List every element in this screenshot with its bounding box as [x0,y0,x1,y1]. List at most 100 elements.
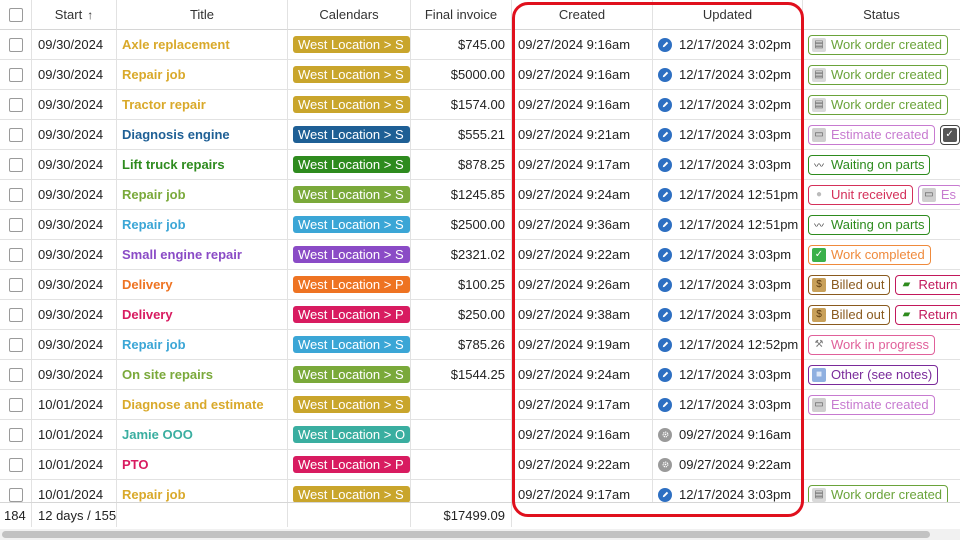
status-cell[interactable]: 〰 Waiting on parts [803,210,960,240]
start-cell[interactable]: 09/30/2024 [32,90,117,120]
title-link[interactable]: PTO [122,457,149,472]
row-select[interactable] [0,90,32,120]
created-cell[interactable]: 09/27/2024 9:17am [512,390,653,420]
table-row[interactable]: 09/30/2024 Lift truck repairs West Locatio… [0,150,960,180]
row-select[interactable] [0,150,32,180]
column-header-start[interactable]: Start ↑ [32,0,117,30]
updated-cell[interactable]: 12/17/2024 12:52pm [653,330,803,360]
row-checkbox[interactable] [8,457,23,472]
updated-cell[interactable]: 12/17/2024 3:02pm [653,60,803,90]
table-row[interactable]: 09/30/2024 Repair job West Location > S $78… [0,330,960,360]
column-header-title[interactable]: Title [117,0,288,30]
table-row[interactable]: 09/30/2024 Repair job West Location > S $50… [0,60,960,90]
status-cell[interactable]: ▭ Estimate created ✓ [803,120,960,150]
invoice-cell[interactable] [411,420,512,450]
table-row[interactable]: 09/30/2024 Delivery West Location > P $250.… [0,300,960,330]
status-cell[interactable]: ⚒ Work in progress [803,330,960,360]
row-checkbox[interactable] [8,337,23,352]
row-checkbox[interactable] [8,277,23,292]
title-cell[interactable]: Repair job [117,60,288,90]
title-cell[interactable]: Repair job [117,180,288,210]
created-cell[interactable]: 09/27/2024 9:16am [512,420,653,450]
start-cell[interactable]: 10/01/2024 [32,450,117,480]
calendar-chip[interactable]: West Location > S [293,96,410,113]
row-select[interactable] [0,240,32,270]
created-cell[interactable]: 09/27/2024 9:19am [512,330,653,360]
column-header-calendars[interactable]: Calendars [288,0,411,30]
invoice-cell[interactable]: $555.21 [411,120,512,150]
calendar-cell[interactable]: West Location > S [288,90,411,120]
row-select[interactable] [0,120,32,150]
calendar-chip[interactable]: West Location > S [293,366,410,383]
row-checkbox[interactable] [8,307,23,322]
calendar-chip[interactable]: West Location > S [293,186,410,203]
status-badge[interactable]: ▭ Estimate created [808,124,935,145]
status-badge[interactable]: ✓ [939,124,960,145]
status-badge[interactable]: ▤ Work order created [808,64,949,85]
row-checkbox[interactable] [8,127,23,142]
title-link[interactable]: Diagnose and estimate [122,397,264,412]
status-badge[interactable]: 〰 Waiting on parts [808,214,931,235]
calendar-chip[interactable]: West Location > S [293,216,410,233]
start-cell[interactable]: 09/30/2024 [32,120,117,150]
calendar-chip[interactable]: West Location > S [293,486,410,503]
invoice-cell[interactable]: $250.00 [411,300,512,330]
calendar-cell[interactable]: West Location > O [288,420,411,450]
status-badge[interactable]: ▤ Work order created [808,34,949,55]
created-cell[interactable]: 09/27/2024 9:36am [512,210,653,240]
table-row[interactable]: 09/30/2024 Repair job West Location > S $12… [0,180,960,210]
table-row[interactable]: 09/30/2024 Diagnosis engine West Location … [0,120,960,150]
table-row[interactable]: 09/30/2024 Small engine repair West Locati… [0,240,960,270]
title-link[interactable]: Tractor repair [122,97,206,112]
row-checkbox[interactable] [8,67,23,82]
table-row[interactable]: 10/01/2024 Jamie OOO West Location > O 09/2… [0,420,960,450]
calendar-chip[interactable]: West Location > O [293,426,410,443]
row-select[interactable] [0,390,32,420]
title-cell[interactable]: Small engine repair [117,240,288,270]
invoice-cell[interactable] [411,390,512,420]
start-cell[interactable]: 09/30/2024 [32,330,117,360]
row-select[interactable] [0,360,32,390]
title-link[interactable]: Jamie OOO [122,427,193,442]
title-cell[interactable]: Jamie OOO [117,420,288,450]
table-row[interactable]: 09/30/2024 Axle replacement West Location … [0,30,960,60]
updated-cell[interactable]: 12/17/2024 3:03pm [653,360,803,390]
calendar-cell[interactable]: West Location > S [288,120,411,150]
status-badge[interactable]: ■ Other (see notes) [808,364,939,385]
calendar-cell[interactable]: West Location > S [288,240,411,270]
title-link[interactable]: Repair job [122,217,186,232]
calendar-cell[interactable]: West Location > P [288,300,411,330]
status-cell[interactable]: 〰 Waiting on parts [803,150,960,180]
row-checkbox[interactable] [8,97,23,112]
column-header-status[interactable]: Status [803,0,960,30]
calendar-cell[interactable]: West Location > P [288,450,411,480]
row-select[interactable] [0,300,32,330]
row-select[interactable] [0,330,32,360]
updated-cell[interactable]: 12/17/2024 3:03pm [653,240,803,270]
start-cell[interactable]: 10/01/2024 [32,420,117,450]
status-cell[interactable]: ■ Other (see notes) [803,360,960,390]
updated-cell[interactable]: 12/17/2024 3:02pm [653,90,803,120]
row-select[interactable] [0,30,32,60]
invoice-cell[interactable]: $785.26 [411,330,512,360]
status-cell[interactable] [803,450,960,480]
calendar-chip[interactable]: West Location > S [293,246,410,263]
table-row[interactable]: 09/30/2024 Delivery West Location > P $100.… [0,270,960,300]
start-cell[interactable]: 09/30/2024 [32,180,117,210]
row-checkbox[interactable] [8,247,23,262]
title-cell[interactable]: Diagnosis engine [117,120,288,150]
column-header-final-invoice[interactable]: Final invoice [411,0,512,30]
start-cell[interactable]: 09/30/2024 [32,360,117,390]
title-cell[interactable]: Delivery [117,300,288,330]
row-select[interactable] [0,210,32,240]
updated-cell[interactable]: 09/27/2024 9:22am [653,450,803,480]
title-cell[interactable]: Repair job [117,330,288,360]
title-cell[interactable]: Axle replacement [117,30,288,60]
calendar-chip[interactable]: West Location > P [293,306,410,323]
calendar-chip[interactable]: West Location > P [293,456,410,473]
table-row[interactable]: 09/30/2024 Tractor repair West Location > … [0,90,960,120]
status-badge[interactable]: 〰 Waiting on parts [808,154,931,175]
title-link[interactable]: Repair job [122,337,186,352]
created-cell[interactable]: 09/27/2024 9:22am [512,240,653,270]
updated-cell[interactable]: 12/17/2024 3:03pm [653,270,803,300]
